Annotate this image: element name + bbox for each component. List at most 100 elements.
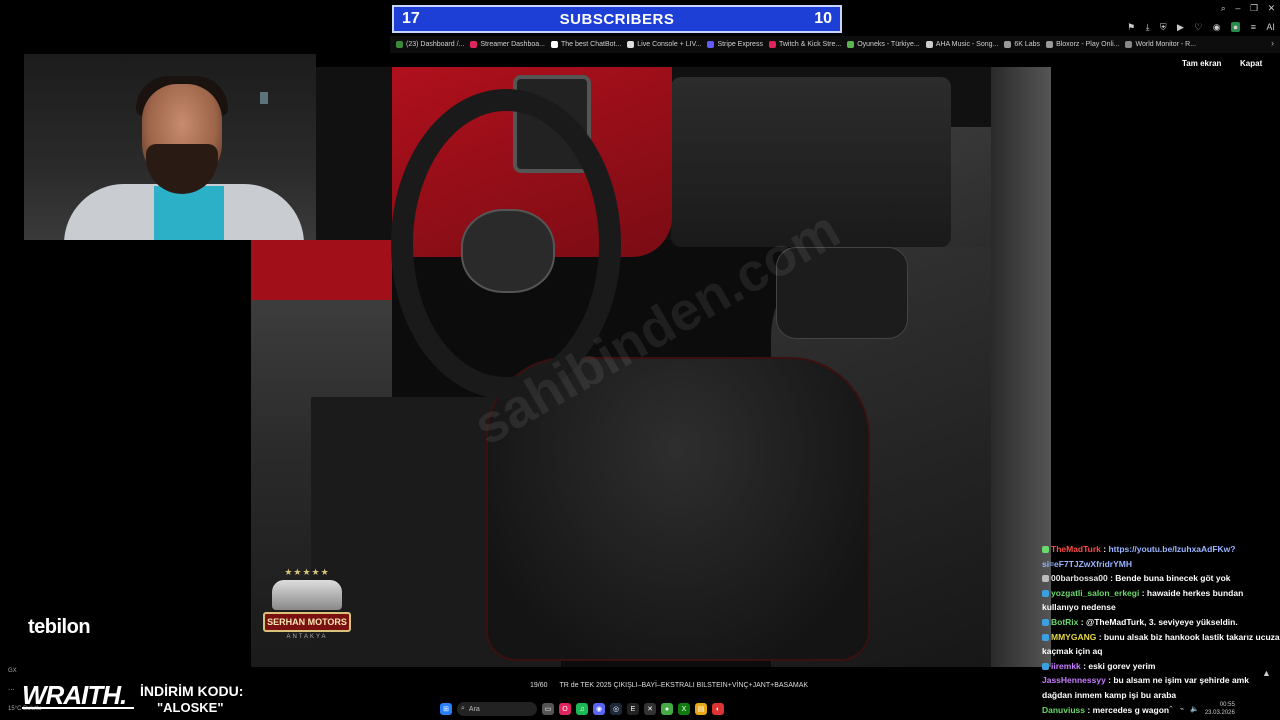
bookmark-favicon-icon bbox=[1125, 41, 1133, 48]
bookmark-favicon-icon bbox=[1004, 41, 1012, 48]
chat-username[interactable]: TheMadTurk bbox=[1051, 544, 1101, 554]
bookmark-icon[interactable]: ⚑ bbox=[1127, 22, 1135, 33]
photo-counter: 19/60 bbox=[530, 682, 548, 689]
subscriber-right-count: 10 bbox=[814, 10, 832, 27]
system-tray: ⌃ ⌁ 🔈 00:55 23.03.2026 bbox=[1168, 700, 1280, 718]
shield-icon[interactable]: ⛨ bbox=[1160, 22, 1167, 33]
chat-message: JassHennessyy : bu alsam ne işim var şeh… bbox=[1042, 675, 1249, 700]
network-icon[interactable]: ⌁ bbox=[1180, 705, 1184, 713]
bookmark-favicon-icon bbox=[925, 41, 933, 48]
bookmark-favicon-icon bbox=[707, 41, 715, 48]
browser-toolbar-icons: ⚑ ⤓ ⛨ ▶ ♡ ◉ ● ≡ AI bbox=[1122, 20, 1280, 34]
more-bookmarks-icon[interactable]: › bbox=[1271, 38, 1274, 48]
search-icon[interactable]: ⌕ bbox=[1221, 3, 1226, 17]
maximize-icon[interactable]: ❐ bbox=[1250, 3, 1258, 17]
close-icon[interactable]: ✕ bbox=[1268, 3, 1276, 17]
dealer-stars: ★★★★★ bbox=[284, 567, 330, 577]
promo-label: İNDİRİM KODU: bbox=[140, 683, 244, 699]
bookmark-item[interactable]: Streamer Dashboa... bbox=[470, 41, 545, 48]
more-dots: ... bbox=[8, 683, 15, 692]
chat-username[interactable]: iiremkk bbox=[1051, 661, 1081, 671]
clock[interactable]: 00:55 23.03.2026 bbox=[1205, 701, 1235, 717]
chat-username[interactable]: 00barbossa00 bbox=[1051, 573, 1108, 583]
heart-icon[interactable]: ♡ bbox=[1194, 22, 1202, 33]
bookmark-item[interactable]: Stripe Express bbox=[707, 41, 763, 48]
badge-icon bbox=[1042, 663, 1049, 670]
subscriber-banner: 17 SUBSCRIBERS 10 bbox=[392, 5, 842, 33]
dealer-subtitle: ANTAKYA bbox=[286, 634, 328, 640]
bookmark-favicon-icon bbox=[847, 41, 855, 48]
extension-icon[interactable]: ◉ bbox=[1213, 22, 1221, 33]
tebilon-logo: tebilon bbox=[28, 616, 91, 638]
chat-username[interactable]: Danuviuss bbox=[1042, 705, 1085, 715]
chat-message: BotRix : @TheMadTurk, 3. seviyeye yüksel… bbox=[1040, 615, 1280, 630]
search-icon: ⌕ bbox=[461, 705, 465, 712]
wraith-underline bbox=[22, 707, 134, 709]
chat-username[interactable]: MMYGANG bbox=[1051, 632, 1096, 642]
window-controls: ⌕ – ❐ ✕ bbox=[1216, 3, 1280, 17]
profile-icon[interactable]: ● bbox=[1230, 22, 1241, 32]
close-viewer-button[interactable]: Kapat bbox=[1240, 59, 1262, 68]
chat-message: iiremkk : eski gorev yerim bbox=[1040, 659, 1280, 674]
chat-text: eski gorev yerim bbox=[1088, 660, 1156, 671]
download-icon[interactable]: ⤓ bbox=[1146, 22, 1150, 33]
bookmark-favicon-icon bbox=[470, 41, 478, 48]
folder-icon[interactable]: ▤ bbox=[695, 703, 707, 715]
clock-time: 00:55 bbox=[1219, 702, 1235, 708]
ai-icon[interactable]: AI bbox=[1266, 22, 1275, 32]
steam-icon[interactable]: ◎ bbox=[610, 703, 622, 715]
obs-icon[interactable]: ◐ bbox=[712, 703, 724, 715]
badge-icon bbox=[1042, 575, 1049, 583]
bookmark-item[interactable]: World Monitor - R... bbox=[1125, 41, 1196, 48]
listing-photo[interactable]: sahibinden.com ★★★★★ SERHAN MOTORS ANTAK… bbox=[251, 67, 1051, 667]
dealer-logo: ★★★★★ SERHAN MOTORS ANTAKYA bbox=[261, 567, 353, 651]
bookmark-item[interactable]: Oyuneks - Türkiye... bbox=[847, 41, 920, 48]
bookmark-item[interactable]: (23) Dashboard /... bbox=[396, 41, 464, 48]
car-icon bbox=[272, 580, 342, 610]
xbox-icon[interactable]: X bbox=[678, 703, 690, 715]
steering-hub bbox=[461, 209, 555, 293]
badge-icon bbox=[1042, 590, 1049, 598]
start-icon[interactable]: ⊞ bbox=[440, 703, 452, 715]
chat-username[interactable]: BotRix bbox=[1051, 617, 1078, 627]
chat-message: yozgatli_salon_erkegi : hawaide herkes b… bbox=[1042, 587, 1244, 613]
chat-username[interactable]: yozgatli_salon_erkegi bbox=[1051, 588, 1139, 598]
bookmark-favicon-icon bbox=[768, 41, 776, 48]
bookmarks-bar: (23) Dashboard /... Streamer Dashboa... … bbox=[390, 36, 1280, 53]
bookmark-favicon-icon bbox=[627, 41, 635, 48]
epic-games-icon[interactable]: E bbox=[627, 703, 639, 715]
discord-icon[interactable]: ◉ bbox=[593, 703, 605, 715]
chat-message: 00barbossa00 : Bende buna binecek göt yo… bbox=[1040, 571, 1280, 586]
chat-scroll-up-icon[interactable]: ▲ bbox=[1262, 668, 1271, 678]
chat-message: MMYGANG : bunu alsak biz hankook lastik … bbox=[1042, 631, 1280, 657]
bookmark-item[interactable]: The best ChatBot... bbox=[550, 41, 621, 48]
bookmark-item[interactable]: 6K Labs bbox=[1004, 41, 1040, 48]
minimize-icon[interactable]: – bbox=[1235, 3, 1240, 17]
opera-icon[interactable]: O bbox=[559, 703, 571, 715]
chat-username[interactable]: JassHennessyy bbox=[1042, 675, 1106, 685]
streamer-shirt bbox=[154, 186, 224, 240]
chat-text: Bende buna binecek göt yok bbox=[1115, 573, 1231, 584]
task-view-icon[interactable]: ▭ bbox=[542, 703, 554, 715]
play-icon[interactable]: ▶ bbox=[1177, 22, 1184, 33]
bookmark-item[interactable]: AHA Music - Song... bbox=[925, 41, 998, 48]
volume-icon[interactable]: 🔈 bbox=[1190, 705, 1199, 713]
badge-icon bbox=[1042, 633, 1049, 641]
chrome-icon[interactable]: ● bbox=[661, 703, 673, 715]
badge-icon bbox=[1042, 546, 1049, 554]
spotify-icon[interactable]: ♫ bbox=[576, 703, 588, 715]
tray-chevron-icon[interactable]: ⌃ bbox=[1168, 705, 1174, 713]
bookmark-item[interactable]: Live Console + LIV... bbox=[627, 41, 701, 48]
app-icon[interactable]: ✕ bbox=[644, 703, 656, 715]
menu-icon[interactable]: ≡ bbox=[1251, 22, 1256, 32]
taskbar-search[interactable]: ⌕ Ara bbox=[457, 702, 537, 716]
bookmark-item[interactable]: Twitch & Kick Stre... bbox=[768, 41, 841, 48]
red-trim bbox=[251, 240, 392, 300]
chat-panel: TheMadTurk : https://youtu.be/IzuhxaAdFK… bbox=[1040, 542, 1280, 720]
fullscreen-button[interactable]: Tam ekran bbox=[1182, 59, 1221, 68]
bookmark-favicon-icon bbox=[1046, 41, 1054, 48]
subscriber-left-count: 17 bbox=[402, 10, 420, 27]
bookmark-item[interactable]: Bloxorz - Play Onli... bbox=[1046, 41, 1119, 48]
promo-code: "ALOSKE" bbox=[157, 700, 224, 715]
clock-date: 23.03.2026 bbox=[1204, 710, 1235, 716]
